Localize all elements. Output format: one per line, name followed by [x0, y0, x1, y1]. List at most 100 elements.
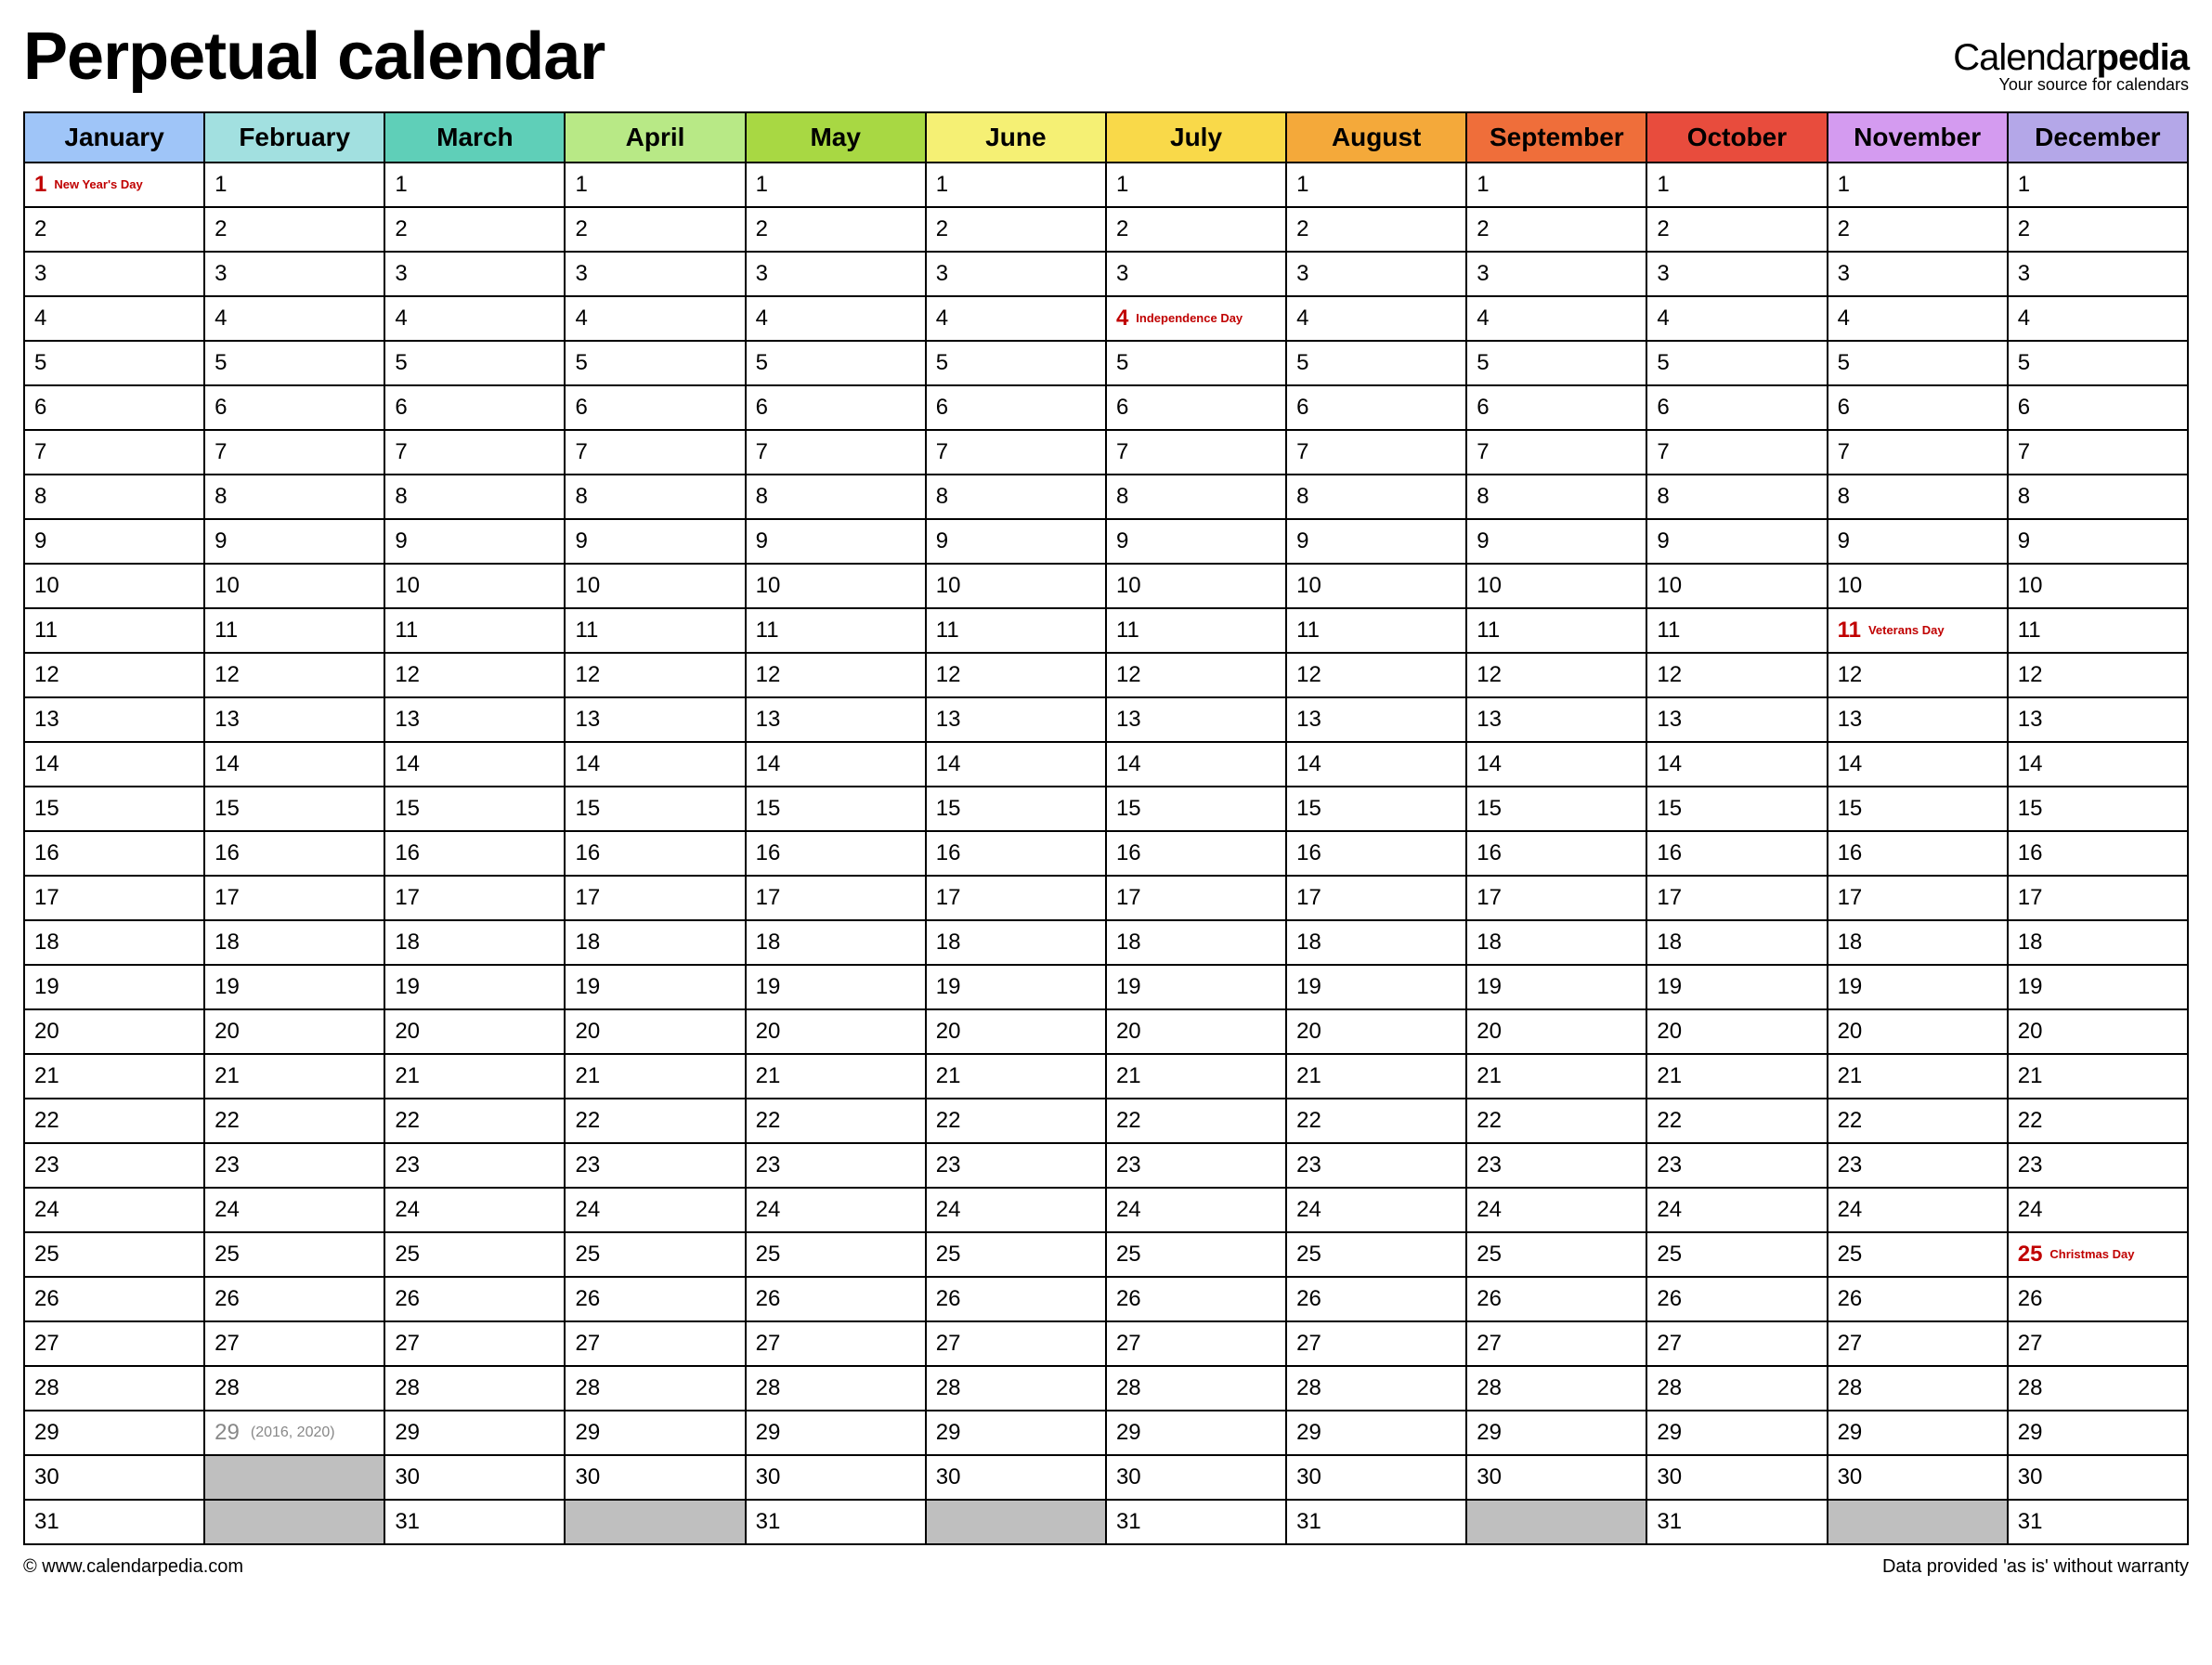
- day-number: 12: [2018, 664, 2043, 686]
- day-cell: 11Veterans Day: [1828, 608, 2008, 653]
- day-number: 4: [575, 307, 587, 330]
- day-number: 20: [1296, 1021, 1321, 1043]
- table-row: 101010101010101010101010: [24, 564, 2188, 608]
- day-cell: 9: [1828, 519, 2008, 564]
- day-cell: 30: [1286, 1455, 1466, 1500]
- day-number: 15: [1657, 798, 1682, 820]
- day-cell: 9: [384, 519, 565, 564]
- day-cell: 4: [1286, 296, 1466, 341]
- day-cell: 26: [926, 1277, 1106, 1321]
- day-number: 4: [756, 307, 768, 330]
- day-number: 1: [34, 174, 46, 196]
- day-cell: 12: [24, 653, 204, 697]
- day-number: 24: [936, 1199, 961, 1221]
- day-number: 29: [215, 1422, 240, 1444]
- day-cell: 23: [1466, 1143, 1646, 1188]
- day-number: 25: [395, 1243, 420, 1266]
- day-cell: 11: [24, 608, 204, 653]
- day-number: 10: [575, 575, 600, 597]
- day-number: 20: [1657, 1021, 1682, 1043]
- day-number: 22: [575, 1110, 600, 1132]
- day-number: 22: [215, 1110, 240, 1132]
- day-cell: 7: [1286, 430, 1466, 475]
- day-cell: 8: [204, 475, 384, 519]
- day-cell: [1466, 1500, 1646, 1544]
- table-row: 555555555555: [24, 341, 2188, 385]
- day-number: 19: [1116, 976, 1141, 998]
- table-row: 31313131313131: [24, 1500, 2188, 1544]
- day-number: 29: [395, 1422, 420, 1444]
- day-number: 24: [1296, 1199, 1321, 1221]
- day-number: 22: [1296, 1110, 1321, 1132]
- day-number: 15: [1116, 798, 1141, 820]
- day-number: 12: [575, 664, 600, 686]
- day-number: 7: [1477, 441, 1489, 463]
- day-cell: 12: [204, 653, 384, 697]
- day-number: 24: [575, 1199, 600, 1221]
- day-number: 27: [1477, 1333, 1502, 1355]
- day-cell: 24: [2008, 1188, 2188, 1232]
- day-number: 9: [34, 530, 46, 553]
- table-row: 888888888888: [24, 475, 2188, 519]
- day-number: 26: [1657, 1288, 1682, 1310]
- day-number: 8: [1477, 486, 1489, 508]
- day-number: 30: [1477, 1466, 1502, 1489]
- day-number: 31: [756, 1511, 781, 1533]
- day-number: 16: [756, 842, 781, 865]
- day-cell: 29: [1286, 1411, 1466, 1455]
- day-number: 1: [575, 174, 587, 196]
- day-number: 5: [1296, 352, 1308, 374]
- day-number: 18: [1477, 931, 1502, 954]
- day-cell: 3: [565, 252, 745, 296]
- day-cell: 18: [384, 920, 565, 965]
- day-cell: 15: [746, 787, 926, 831]
- day-cell: 4: [746, 296, 926, 341]
- day-number: 24: [215, 1199, 240, 1221]
- day-number: 7: [1116, 441, 1128, 463]
- day-cell: 28: [204, 1366, 384, 1411]
- day-number: 8: [215, 486, 227, 508]
- day-cell: 11: [1466, 608, 1646, 653]
- day-number: 12: [1657, 664, 1682, 686]
- day-number: 4: [1838, 307, 1850, 330]
- holiday-label: New Year's Day: [54, 178, 194, 191]
- day-cell: 11: [1106, 608, 1286, 653]
- day-number: 26: [2018, 1288, 2043, 1310]
- day-cell: 20: [24, 1009, 204, 1054]
- day-cell: 6: [204, 385, 384, 430]
- day-cell: 25: [926, 1232, 1106, 1277]
- day-cell: 14: [204, 742, 384, 787]
- day-cell: 17: [384, 876, 565, 920]
- day-cell: 8: [1286, 475, 1466, 519]
- day-cell: 1: [1828, 163, 2008, 207]
- day-number: 16: [34, 842, 59, 865]
- day-number: 6: [575, 397, 587, 419]
- day-number: 4: [395, 307, 407, 330]
- day-cell: 7: [1106, 430, 1286, 475]
- day-cell: 15: [1106, 787, 1286, 831]
- day-cell: 18: [1646, 920, 1827, 965]
- day-number: 28: [1838, 1377, 1863, 1399]
- day-number: 17: [936, 887, 961, 909]
- day-number: 21: [215, 1065, 240, 1087]
- day-cell: 11: [1646, 608, 1827, 653]
- day-cell: 5: [746, 341, 926, 385]
- holiday-label: Christmas Day: [2049, 1248, 2178, 1261]
- table-row: 222222222222: [24, 207, 2188, 252]
- day-number: 7: [34, 441, 46, 463]
- day-cell: 14: [746, 742, 926, 787]
- day-number: 4: [34, 307, 46, 330]
- table-row: 272727272727272727272727: [24, 1321, 2188, 1366]
- day-number: 4: [936, 307, 948, 330]
- day-number: 18: [1116, 931, 1141, 954]
- day-number: 16: [1477, 842, 1502, 865]
- day-number: 17: [1657, 887, 1682, 909]
- day-number: 20: [1116, 1021, 1141, 1043]
- day-number: 27: [215, 1333, 240, 1355]
- day-number: 20: [2018, 1021, 2043, 1043]
- day-cell: 25: [1286, 1232, 1466, 1277]
- day-cell: 10: [1646, 564, 1827, 608]
- day-number: 26: [1477, 1288, 1502, 1310]
- day-cell: 8: [926, 475, 1106, 519]
- day-number: 6: [936, 397, 948, 419]
